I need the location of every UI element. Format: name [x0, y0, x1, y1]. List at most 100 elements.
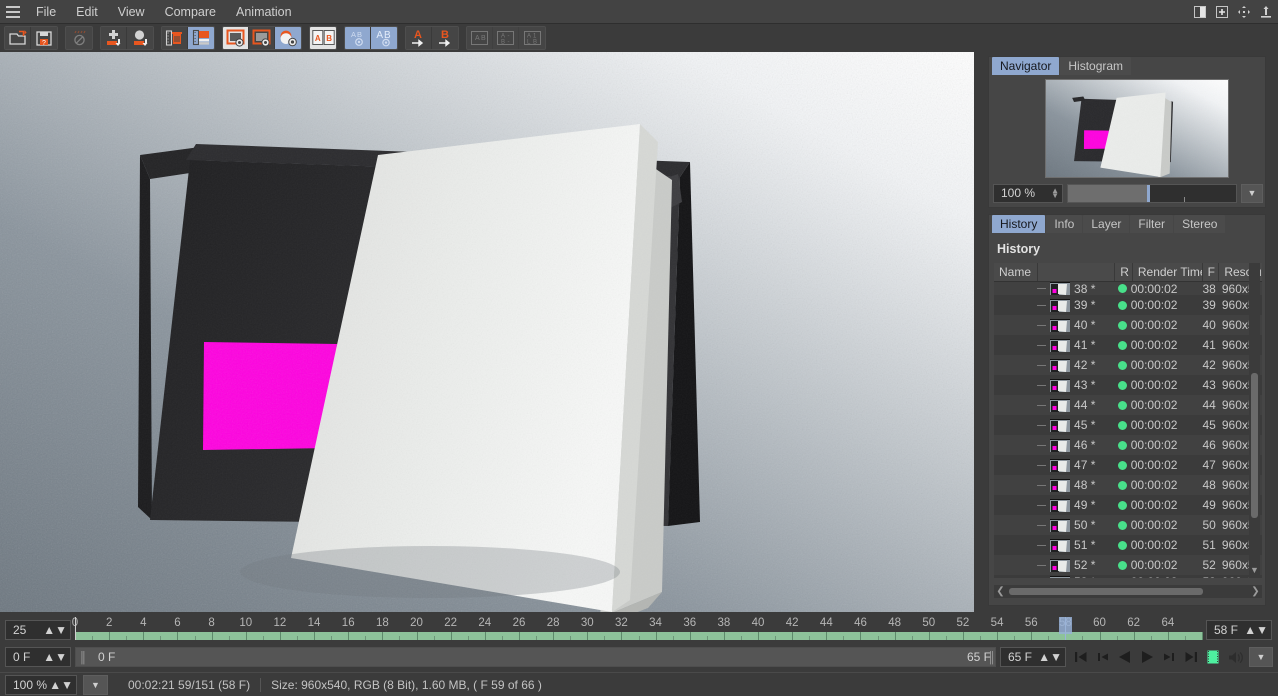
tab-layer[interactable]: Layer	[1083, 215, 1130, 233]
stepper-arrows-icon[interactable]: ▲ ▼	[1051, 187, 1059, 200]
history-horizontal-scrollbar[interactable]: ❮ ❯	[994, 585, 1262, 598]
step-back-button[interactable]	[1092, 647, 1114, 667]
row-name-cell[interactable]: 38 *	[1037, 282, 1114, 295]
timeline-ruler[interactable]: 0246810121416182022242628303234363840424…	[72, 617, 1203, 643]
row-name-cell[interactable]: 42 *	[1037, 355, 1114, 375]
range-left-handle[interactable]: ║	[79, 650, 87, 664]
play-reverse-button[interactable]	[1114, 647, 1136, 667]
scrollbar-thumb[interactable]	[1251, 373, 1258, 519]
menu-edit[interactable]: Edit	[66, 0, 108, 24]
column-header-f[interactable]: F	[1203, 263, 1220, 281]
row-name-cell[interactable]: 39 *	[1037, 295, 1114, 315]
go-to-start-button[interactable]	[1070, 647, 1092, 667]
zoom-slider-knob[interactable]	[1146, 184, 1150, 202]
stop-render-button[interactable]	[66, 27, 92, 49]
tab-histogram[interactable]: Histogram	[1060, 57, 1132, 75]
history-panel-button[interactable]	[188, 27, 214, 49]
end-frame-input[interactable]: 65 F ▲▼	[1000, 647, 1066, 667]
tab-info[interactable]: Info	[1046, 215, 1083, 233]
column-header-name[interactable]: Name	[994, 263, 1038, 281]
table-row[interactable]: 49 * 00:00:02 49 960x5	[994, 495, 1262, 515]
save-image-button[interactable]: ?	[31, 27, 57, 49]
column-header-name-spacer[interactable]	[1038, 263, 1116, 281]
set-a-button[interactable]: A	[406, 27, 432, 49]
viewport-zoom-options-button[interactable]: ▼	[83, 674, 108, 695]
table-row[interactable]: 43 * 00:00:02 43 960x5	[994, 375, 1262, 395]
table-row[interactable]: 47 * 00:00:02 47 960x5	[994, 455, 1262, 475]
table-row[interactable]: 53 *00:00:0253960x5	[994, 575, 1262, 578]
column-header-r[interactable]: R	[1115, 263, 1133, 281]
ab-small-button[interactable]: A B	[345, 27, 371, 49]
row-name-cell[interactable]: 53 *	[1037, 575, 1114, 578]
table-row[interactable]: 39 * 00:00:02 39 960x5	[994, 295, 1262, 315]
tab-filter[interactable]: Filter	[1130, 215, 1174, 233]
hscroll-track[interactable]	[1007, 588, 1249, 595]
move-icon[interactable]	[1236, 4, 1252, 20]
range-right-handle[interactable]: ║	[987, 650, 996, 664]
row-name-cell[interactable]: 51 *	[1037, 535, 1114, 555]
open-image-button[interactable]	[5, 27, 31, 49]
table-row[interactable]: 48 * 00:00:02 48 960x5	[994, 475, 1262, 495]
table-row[interactable]: 38 * 00:00:02 38 960x5	[994, 282, 1262, 295]
history-scroll-down-button[interactable]: ▼	[1249, 565, 1260, 579]
set-keyframe-button[interactable]	[127, 27, 153, 49]
set-marker-button[interactable]	[101, 27, 127, 49]
split-view-icon[interactable]	[1192, 4, 1208, 20]
row-name-cell[interactable]: 45 *	[1037, 415, 1114, 435]
row-name-cell[interactable]: 48 *	[1037, 475, 1114, 495]
viewport-zoom-stepper-icon[interactable]: ▲▼	[49, 678, 73, 692]
dock-icon[interactable]	[1258, 4, 1274, 20]
current-frame-input[interactable]: 58 F ▲▼	[1206, 620, 1272, 640]
add-view-icon[interactable]	[1214, 4, 1230, 20]
go-to-end-button[interactable]	[1180, 647, 1202, 667]
menu-animation[interactable]: Animation	[226, 0, 302, 24]
row-name-cell[interactable]: 50 *	[1037, 515, 1114, 535]
row-name-cell[interactable]: 40 *	[1037, 315, 1114, 335]
compare-border-button[interactable]	[249, 27, 275, 49]
hscroll-thumb[interactable]	[1009, 588, 1203, 595]
start-frame-input[interactable]: 0 F ▲▼	[5, 647, 71, 667]
navigator-options-button[interactable]: ▼	[1241, 183, 1263, 203]
current-frame-stepper-icon[interactable]: ▲▼	[1244, 623, 1268, 637]
navigator-zoom-slider[interactable]	[1067, 183, 1237, 203]
hamburger-menu-icon[interactable]	[0, 0, 26, 24]
table-row[interactable]: 40 * 00:00:02 40 960x5	[994, 315, 1262, 335]
navigator-zoom-input[interactable]: 100 % ▲ ▼	[993, 183, 1063, 203]
layout-quad-button[interactable]: A 1 L B	[519, 27, 545, 49]
column-header-render-time[interactable]: Render Time	[1133, 263, 1203, 281]
row-name-cell[interactable]: 43 *	[1037, 375, 1114, 395]
table-row[interactable]: 44 * 00:00:02 44 960x5	[994, 395, 1262, 415]
table-row[interactable]: 45 * 00:00:02 45 960x5	[994, 415, 1262, 435]
start-frame-stepper-icon[interactable]: ▲▼	[43, 650, 67, 664]
table-row[interactable]: 41 * 00:00:02 41 960x5	[994, 335, 1262, 355]
image-viewport[interactable]	[0, 52, 974, 612]
end-frame-stepper-icon[interactable]: ▲▼	[1038, 650, 1062, 664]
menu-file[interactable]: File	[26, 0, 66, 24]
tab-stereo[interactable]: Stereo	[1174, 215, 1226, 233]
table-row[interactable]: 52 * 00:00:02 52 960x5	[994, 555, 1262, 575]
history-table[interactable]: Name R Render Time F Resolu 38 * 00:00:02…	[994, 263, 1262, 578]
play-button[interactable]	[1136, 647, 1158, 667]
tab-history[interactable]: History	[992, 215, 1046, 233]
row-name-cell[interactable]: 52 *	[1037, 555, 1114, 575]
ab-large-button[interactable]: A B	[371, 27, 397, 49]
compare-blend-button[interactable]	[275, 27, 301, 49]
layout-horizontal-button[interactable]: A B	[467, 27, 493, 49]
table-row[interactable]: 51 * 00:00:02 51 960x5	[994, 535, 1262, 555]
compare-single-button[interactable]	[223, 27, 249, 49]
row-name-cell[interactable]: 44 *	[1037, 395, 1114, 415]
table-row[interactable]: 50 * 00:00:02 50 960x5	[994, 515, 1262, 535]
fps-input[interactable]: 25 ▲▼	[5, 620, 71, 640]
tab-navigator[interactable]: Navigator	[992, 57, 1060, 75]
row-name-cell[interactable]: 46 *	[1037, 435, 1114, 455]
table-row[interactable]: 46 * 00:00:02 46 960x5	[994, 435, 1262, 455]
menu-view[interactable]: View	[108, 0, 155, 24]
timeline-range-scrollbar[interactable]: ║ 0 F 65 F ║	[75, 647, 996, 667]
row-name-cell[interactable]: 47 *	[1037, 455, 1114, 475]
history-vertical-scrollbar[interactable]	[1249, 263, 1260, 578]
step-forward-button[interactable]	[1158, 647, 1180, 667]
record-button[interactable]	[1202, 647, 1224, 667]
side-by-side-button[interactable]: A B	[310, 27, 336, 49]
scroll-right-icon[interactable]: ❯	[1249, 586, 1262, 597]
table-row[interactable]: 42 * 00:00:02 42 960x5	[994, 355, 1262, 375]
